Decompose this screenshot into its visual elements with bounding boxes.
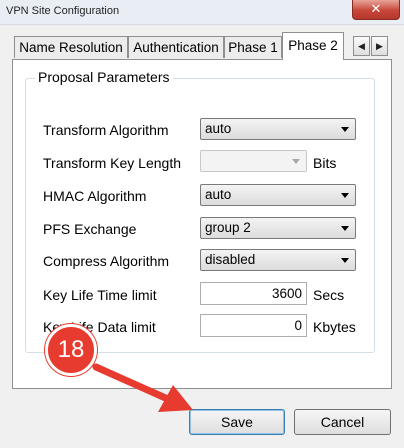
- close-button[interactable]: ✕: [352, 0, 400, 20]
- dialog-body: Name Resolution Authentication Phase 1 P…: [0, 25, 404, 448]
- annotation-arrow-icon: [92, 363, 193, 412]
- title-bar: VPN Site Configuration ✕: [0, 0, 404, 25]
- window-title: VPN Site Configuration: [6, 5, 120, 17]
- step-number-badge: 18: [45, 324, 97, 376]
- close-icon: ✕: [370, 1, 382, 16]
- step-number: 18: [57, 336, 85, 363]
